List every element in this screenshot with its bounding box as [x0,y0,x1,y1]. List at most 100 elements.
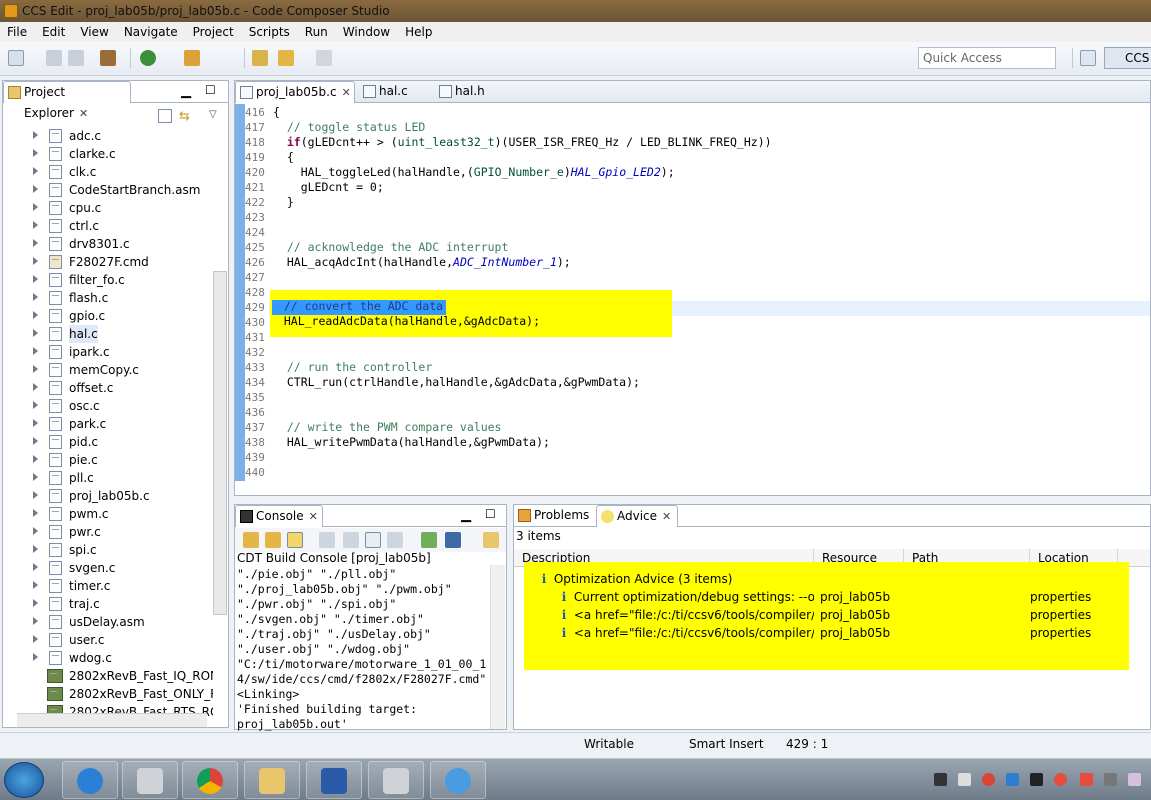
menu-project[interactable]: Project [186,22,242,42]
taskbar-word[interactable] [306,761,362,799]
advice-row[interactable]: i Current optimization/debug settings: -… [558,588,814,606]
taskbar-sync-app[interactable] [62,761,118,799]
tray-cube-icon[interactable] [958,773,971,786]
expand-arrow-icon[interactable] [33,509,38,517]
code-line[interactable]: HAL_toggleLed(halHandle,(GPIO_Number_e)H… [273,165,1150,180]
expand-arrow-icon[interactable] [33,221,38,229]
tray-network-icon[interactable] [1006,773,1019,786]
forward-arrow-icon[interactable] [316,50,332,66]
expand-arrow-icon[interactable] [33,257,38,265]
save-all-icon[interactable] [68,50,84,66]
code-line[interactable]: gLEDcnt = 0; [273,180,1150,195]
close-icon[interactable]: ✕ [662,510,671,523]
expand-arrow-icon[interactable] [33,617,38,625]
menu-run[interactable]: Run [298,22,336,42]
code-line[interactable]: // run the controller [273,360,1150,375]
expand-arrow-icon[interactable] [33,365,38,373]
word-wrap-icon[interactable] [365,532,381,548]
last-edit-icon[interactable] [252,50,268,66]
taskbar-ccs[interactable] [368,761,424,799]
taskbar-safari[interactable] [430,761,486,799]
expand-arrow-icon[interactable] [33,239,38,247]
expand-arrow-icon[interactable] [33,563,38,571]
code-line[interactable] [273,345,1150,360]
code-line[interactable] [273,465,1150,480]
back-arrow-icon[interactable] [278,50,294,66]
menu-help[interactable]: Help [398,22,440,42]
menu-window[interactable]: Window [336,22,398,42]
code-line[interactable]: // write the PWM compare values [273,420,1150,435]
tray-blocked-icon[interactable] [1054,773,1067,786]
expand-arrow-icon[interactable] [33,635,38,643]
tray-volume-icon[interactable] [1104,773,1117,786]
expand-arrow-icon[interactable] [33,293,38,301]
taskbar-chrome[interactable] [182,761,238,799]
close-icon[interactable]: ✕ [342,86,351,99]
expand-arrow-icon[interactable] [33,419,38,427]
debug-bug-icon[interactable] [140,50,156,66]
expand-arrow-icon[interactable] [33,167,38,175]
code-line[interactable] [273,225,1150,240]
tray-chrome-icon[interactable] [982,773,995,786]
code-line[interactable]: } [273,195,1150,210]
save-icon[interactable] [46,50,62,66]
taskbar-explorer[interactable] [244,761,300,799]
expand-arrow-icon[interactable] [33,275,38,283]
expand-arrow-icon[interactable] [33,203,38,211]
ccs-perspective-button[interactable]: CCS [1104,47,1151,69]
tab-editor-file[interactable]: hal.h [435,81,507,103]
expand-arrow-icon[interactable] [33,491,38,499]
menu-file[interactable]: File [0,22,35,42]
expand-arrow-icon[interactable] [33,149,38,157]
expand-arrow-icon[interactable] [33,311,38,319]
expand-arrow-icon[interactable] [33,455,38,463]
code-line[interactable]: { [273,105,1150,120]
advice-group-row[interactable]: i Optimization Advice (3 items) [538,570,733,588]
code-line[interactable]: HAL_writePwmData(halHandle,&gPwmData); [273,435,1150,450]
tray-notification-icon[interactable] [934,773,947,786]
tree-horizontal-scrollbar[interactable] [17,713,207,727]
code-line[interactable] [273,270,1150,285]
tab-advice[interactable]: Advice ✕ [596,505,678,527]
tab-console[interactable]: Console ✕ [235,505,323,527]
menu-navigate[interactable]: Navigate [117,22,186,42]
code-line[interactable]: // acknowledge the ADC interrupt [273,240,1150,255]
minimize-icon[interactable]: ▁ [461,508,471,523]
menu-view[interactable]: View [73,22,116,42]
new-console-icon[interactable] [421,532,437,548]
scroll-up-icon[interactable] [265,532,281,548]
tab-editor-file[interactable]: hal.c [359,81,431,103]
view-menu-icon[interactable]: ▽ [209,109,217,120]
code-line[interactable] [273,450,1150,465]
advice-row[interactable]: i <a href="file:/c:/ti/ccsv6/tools/compi… [558,606,814,624]
code-line[interactable]: if(gLEDcnt++ > (uint_least32_t)(USER_ISR… [273,135,1150,150]
code-line[interactable] [273,210,1150,225]
console-output[interactable]: "./pie.obj" "./pll.obj" "./proj_lab05b.o… [237,567,493,731]
tray-flag-icon[interactable] [1080,773,1093,786]
expand-arrow-icon[interactable] [33,473,38,481]
taskbar-cube-app[interactable] [122,761,178,799]
close-icon[interactable]: ✕ [79,107,88,120]
expand-arrow-icon[interactable] [33,401,38,409]
advice-row[interactable]: i <a href="file:/c:/ti/ccsv6/tools/compi… [558,624,814,642]
expand-arrow-icon[interactable] [33,185,38,193]
minimize-icon[interactable]: ▁ [181,84,191,99]
open-perspective-icon[interactable] [1080,50,1096,66]
windows-start-button[interactable] [4,762,44,798]
close-icon[interactable]: ✕ [309,510,318,523]
flash-icon[interactable] [184,50,200,66]
tree-scrollbar[interactable] [213,271,227,615]
expand-arrow-icon[interactable] [33,545,38,553]
quick-access-input[interactable]: Quick Access [918,47,1056,69]
tray-app-icon[interactable] [1030,773,1043,786]
expand-arrow-icon[interactable] [33,581,38,589]
pin-console-icon[interactable] [387,532,403,548]
open-console-icon[interactable] [483,532,499,548]
new-icon[interactable] [8,50,24,66]
expand-arrow-icon[interactable] [33,437,38,445]
maximize-icon[interactable]: ☐ [205,83,216,97]
menu-scripts[interactable]: Scripts [242,22,298,42]
expand-arrow-icon[interactable] [33,653,38,661]
expand-arrow-icon[interactable] [33,599,38,607]
copy-icon[interactable] [319,532,335,548]
